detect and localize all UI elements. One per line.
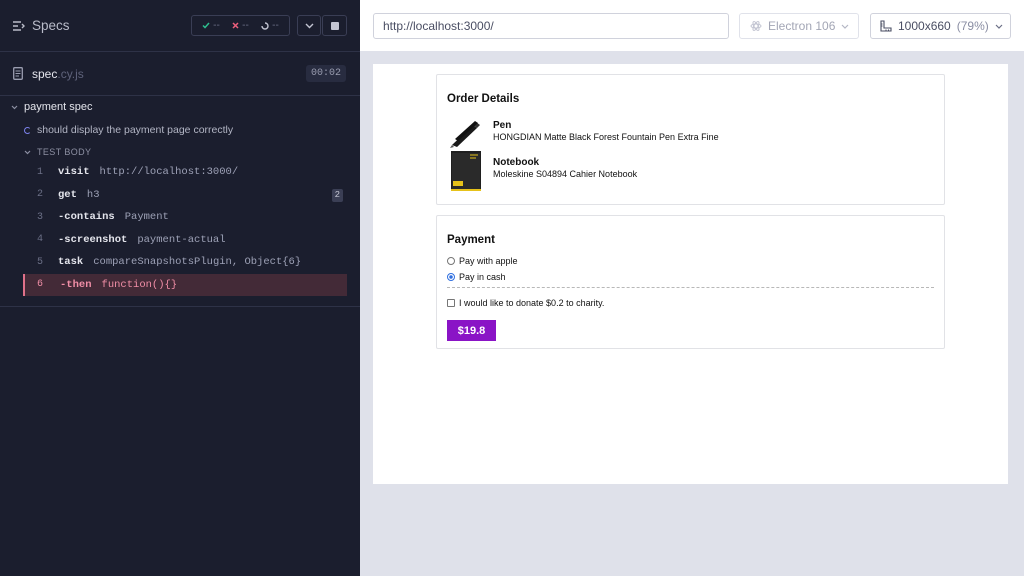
- ruler-icon: [880, 20, 892, 32]
- command-arg: h3: [86, 188, 100, 201]
- pay-button[interactable]: $19.8: [447, 320, 496, 341]
- order-item: Notebook Moleskine S04894 Cahier Noteboo…: [447, 151, 638, 191]
- command-number: 5: [37, 256, 44, 268]
- element-count-badge: 2: [331, 188, 343, 202]
- donate-label: I would like to donate $0.2 to charity.: [459, 298, 605, 308]
- item-title: Pen: [493, 120, 512, 131]
- divider: [447, 287, 934, 288]
- order-details-card: Order Details Pen HONGDIAN Matte Black F…: [436, 74, 945, 205]
- pending-count: --: [272, 20, 279, 31]
- chevron-down-icon: [305, 23, 313, 28]
- reporter-header: Specs -- -- --: [0, 0, 360, 52]
- stop-icon: [330, 21, 339, 30]
- pen-image: [447, 115, 484, 153]
- order-item: Pen HONGDIAN Matte Black Forest Fountain…: [447, 115, 719, 153]
- stop-button[interactable]: [322, 15, 347, 36]
- run-duration: 00:02: [305, 65, 346, 82]
- payment-card: Payment Pay with apple Pay in cash I wou…: [436, 215, 945, 349]
- command-arg: function(){}: [101, 278, 178, 291]
- test-body-toggle[interactable]: TEST BODY: [24, 147, 91, 157]
- donate-checkbox[interactable]: [447, 299, 455, 307]
- app-preview-frame: Order Details Pen HONGDIAN Matte Black F…: [373, 64, 1008, 484]
- check-icon: [202, 22, 210, 29]
- suite-title[interactable]: payment spec: [11, 101, 92, 113]
- failed-stat: --: [232, 20, 249, 31]
- specs-label: Specs: [32, 18, 70, 33]
- command-number: 2: [37, 189, 44, 201]
- divider: [0, 306, 360, 307]
- command-row[interactable]: 3 -contains Payment: [23, 206, 347, 229]
- command-name: task: [58, 256, 84, 269]
- x-icon: [232, 22, 239, 29]
- viewport-size: 1000x660: [898, 19, 951, 33]
- document-icon: [13, 67, 23, 80]
- item-description: Moleskine S04894 Cahier Notebook: [493, 169, 638, 179]
- spec-file-base: spec: [32, 66, 58, 81]
- pending-stat: --: [261, 20, 279, 31]
- spec-file-name: spec.cy.js: [32, 67, 84, 81]
- passed-stat: --: [202, 20, 220, 31]
- test-body-label: TEST BODY: [37, 147, 92, 157]
- command-name: get: [58, 188, 77, 201]
- specs-button[interactable]: Specs: [13, 18, 70, 33]
- payment-heading: Payment: [447, 234, 495, 246]
- command-number: 4: [37, 234, 44, 246]
- command-name: -screenshot: [58, 233, 128, 246]
- pay-cash-option[interactable]: Pay in cash: [447, 272, 506, 282]
- command-arg: payment-actual: [137, 233, 226, 246]
- notebook-image: [447, 151, 484, 191]
- pay-cash-label: Pay in cash: [459, 272, 506, 282]
- viewport-scale: (79%): [956, 19, 989, 33]
- command-row[interactable]: 4 -screenshot payment-actual: [23, 229, 347, 252]
- command-list: 1 visit http://localhost:3000/ 2 get h3 …: [23, 161, 347, 296]
- command-arg: Payment: [124, 211, 169, 224]
- browser-selector[interactable]: Electron 106: [739, 13, 859, 39]
- toggle-auto-scroll-button[interactable]: [297, 15, 321, 36]
- pay-apple-label: Pay with apple: [459, 256, 518, 266]
- test-label: should display the payment page correctl…: [37, 124, 234, 136]
- viewport-selector[interactable]: 1000x660 (79%): [870, 13, 1011, 39]
- browser-name: Electron 106: [768, 19, 836, 33]
- command-row[interactable]: 2 get h3 2: [23, 184, 347, 207]
- chevron-down-icon: [24, 150, 31, 154]
- running-spinner-icon: [24, 126, 31, 134]
- item-description: HONGDIAN Matte Black Forest Fountain Pen…: [493, 132, 719, 142]
- test-stats: -- -- --: [191, 15, 290, 36]
- passed-count: --: [213, 20, 220, 31]
- command-log-panel: Specs -- -- -- spec.cy.js 00:02 payment …: [0, 0, 360, 576]
- pay-apple-radio[interactable]: [447, 257, 455, 265]
- command-row-failed[interactable]: 6 -then function(){}: [23, 273, 347, 296]
- command-name: visit: [58, 166, 90, 179]
- test-title[interactable]: should display the payment page correctl…: [24, 124, 233, 136]
- url-text: http://localhost:3000/: [383, 19, 494, 33]
- spec-file-row[interactable]: spec.cy.js 00:02: [0, 52, 360, 96]
- specs-list-icon: [13, 20, 25, 31]
- command-name: -contains: [58, 211, 115, 224]
- spec-file-ext: .cy.js: [57, 66, 84, 81]
- command-row[interactable]: 1 visit http://localhost:3000/: [23, 161, 347, 184]
- chevron-down-icon: [11, 105, 18, 109]
- item-title: Notebook: [493, 157, 540, 168]
- command-name: -then: [60, 278, 92, 291]
- order-details-heading: Order Details: [447, 93, 520, 105]
- command-number: 6: [37, 279, 44, 291]
- command-row[interactable]: 5 task compareSnapshotsPlugin, Object{6}: [23, 251, 347, 274]
- aut-header: http://localhost:3000/ Electron 106 1000…: [360, 0, 1024, 52]
- pay-apple-option[interactable]: Pay with apple: [447, 256, 518, 266]
- donate-option[interactable]: I would like to donate $0.2 to charity.: [447, 298, 604, 308]
- command-arg: compareSnapshotsPlugin, Object{6}: [93, 256, 302, 269]
- failed-count: --: [242, 20, 249, 31]
- pay-cash-radio[interactable]: [447, 273, 455, 281]
- chevron-down-icon: [995, 24, 1003, 29]
- electron-icon: [750, 21, 762, 31]
- chevron-down-icon: [841, 24, 849, 29]
- suite-label: payment spec: [24, 101, 93, 113]
- command-arg: http://localhost:3000/: [99, 166, 239, 179]
- url-bar[interactable]: http://localhost:3000/: [373, 13, 729, 39]
- command-number: 3: [37, 211, 44, 223]
- pending-icon: [261, 21, 269, 30]
- command-number: 1: [37, 166, 44, 178]
